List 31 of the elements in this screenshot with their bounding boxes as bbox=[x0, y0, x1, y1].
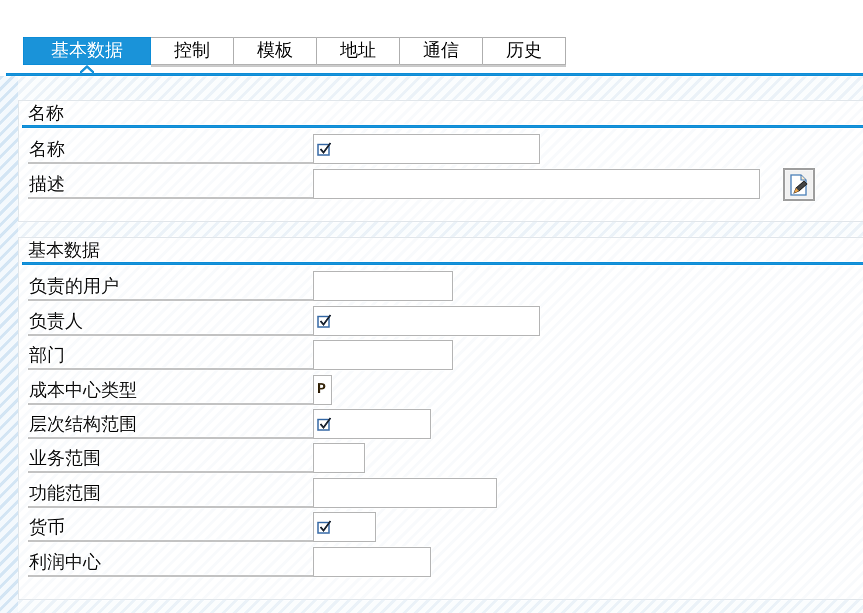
input-field[interactable] bbox=[313, 271, 453, 302]
field-label: 层次结构范围 bbox=[28, 408, 313, 439]
field-label: 负责人 bbox=[28, 306, 313, 336]
edit-text-button[interactable] bbox=[783, 168, 815, 202]
input-field[interactable] bbox=[313, 443, 365, 474]
field-label: 部门 bbox=[28, 340, 313, 370]
input-field[interactable] bbox=[313, 408, 431, 439]
input-field[interactable] bbox=[313, 134, 540, 164]
section-title: 基本数据 bbox=[27, 239, 100, 262]
field-label: 名称 bbox=[28, 134, 313, 164]
input-field[interactable]: P bbox=[313, 374, 332, 405]
input-field[interactable] bbox=[313, 340, 453, 370]
tab[interactable]: 地址 bbox=[317, 37, 400, 65]
field-label: 功能范围 bbox=[28, 478, 313, 508]
tab[interactable]: 控制 bbox=[151, 37, 234, 65]
edit-document-icon bbox=[789, 174, 809, 196]
field-label: 描述 bbox=[28, 169, 313, 200]
field-label: 成本中心类型 bbox=[28, 374, 313, 405]
tab[interactable]: 历史 bbox=[483, 37, 566, 65]
field-label: 货币 bbox=[28, 512, 313, 542]
section-title: 名称 bbox=[27, 102, 64, 125]
field-label: 业务范围 bbox=[28, 443, 313, 474]
field-label: 负责的用户 bbox=[28, 271, 313, 302]
tab[interactable]: 模板 bbox=[234, 37, 317, 65]
input-field[interactable] bbox=[313, 512, 376, 542]
tab[interactable]: 通信 bbox=[400, 37, 483, 65]
input-field[interactable] bbox=[313, 306, 540, 336]
input-field[interactable] bbox=[313, 169, 760, 200]
input-field[interactable] bbox=[313, 546, 431, 577]
field-label: 利润中心 bbox=[28, 546, 313, 577]
input-field[interactable] bbox=[313, 478, 497, 508]
